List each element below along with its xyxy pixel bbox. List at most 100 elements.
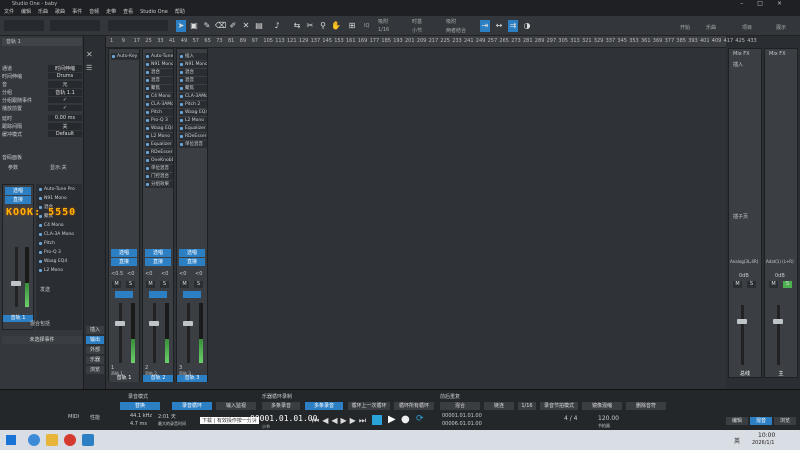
external-tab[interactable]: 外部 [86,346,104,354]
plugin-slot[interactable]: N91 Mono [145,61,173,68]
output-tab[interactable]: 输出 [86,336,104,344]
plugin-slot[interactable]: Auto-TuneP [145,53,173,60]
mute-button[interactable]: M [769,281,778,288]
plugin-slot[interactable]: Auto-Key [111,53,139,60]
input-monitor-button[interactable]: 输入监视 [216,402,256,410]
volume-fader[interactable] [15,247,18,307]
time-signature[interactable]: 4 / 4 [564,415,577,422]
plugin-slot[interactable]: Equalizer [145,141,173,148]
split-tool-icon[interactable]: ✎ [202,20,212,32]
fader-cap[interactable] [149,321,159,326]
plugin-slot[interactable]: L2 Mono [145,133,173,140]
plugin-slot[interactable]: 混音 [179,77,207,84]
direct-button[interactable]: 直接 [179,258,205,266]
listen-tool-icon[interactable]: ♪ [272,20,282,32]
direct-button[interactable]: 直接 [5,196,31,204]
plugin-slot[interactable]: N91 Mono [179,61,207,68]
monitor-toggle[interactable] [115,291,133,298]
snap-icon[interactable]: ⊞ [347,20,357,32]
zoom-tool-icon[interactable]: ⚲ [318,20,328,32]
volume-fader[interactable] [777,305,780,365]
browse-tab[interactable]: 浏览 [86,366,104,374]
row-value[interactable]: 0.00 ms [48,115,82,121]
plugin-slot[interactable]: 混音 [145,77,173,84]
clock-time[interactable]: 10:00 [758,432,775,439]
inspector-row[interactable]: 延时 0.00 ms [2,114,82,122]
inspector-row[interactable]: 分组跟随事件 ✓ [2,96,82,104]
fader-cap[interactable] [737,319,747,324]
plugin-slot[interactable]: Pitch [145,109,173,116]
plugin-slot[interactable]: CLA-3A Mono [38,231,80,238]
inspector-row[interactable]: 音元 [2,80,82,88]
plugin-slot[interactable]: CLA-3AMono [179,93,207,100]
row-value[interactable]: Drums [48,73,82,79]
project-page-button[interactable]: 项目 [742,24,752,31]
inspector-row[interactable]: 时间伸缩 Drums [2,72,82,80]
row-value[interactable]: 时间伸缩 [48,64,82,72]
inspector-row[interactable]: 播放前置 ✓ [2,104,82,112]
plugin-slot[interactable]: Pro-Q 3 [38,249,80,256]
plugin-slot[interactable]: 聚焦 [145,85,173,92]
output-select[interactable]: Analog(3L,4R) [730,259,758,264]
menu-audio[interactable]: 音频 [89,8,99,16]
menu-edit[interactable]: 编辑 [21,8,31,16]
minimize-icon[interactable]: – [740,0,757,7]
link-button[interactable]: 链连 [484,402,514,410]
loop-icon[interactable]: ⟳ [416,414,424,424]
monitor-toggle[interactable] [183,291,201,298]
route-button[interactable]: 选唱 [179,249,205,257]
channel-name[interactable]: 音轨 2 [143,375,173,382]
monitor-toggle[interactable] [149,291,167,298]
loop-mode-button[interactable]: 多条录音 [262,402,300,410]
plugin-slot[interactable]: 聚焦 [179,85,207,92]
loop-all-button[interactable]: 循环所有循环 [394,402,434,410]
ref-label[interactable]: 参数 [8,164,18,171]
edit-button[interactable]: 编辑 [726,417,748,425]
plugin-slot[interactable]: Pitch 2 [179,101,207,108]
row-value[interactable]: ✓ [48,105,82,111]
clock-date[interactable]: 2026/1/1 [752,440,774,446]
plugin-slot[interactable]: OneKnobDri [145,157,173,164]
plugin-slot[interactable]: Auto-Tune Pro [38,186,80,193]
loop-end[interactable]: 00006.01.01.00 [442,421,482,427]
plugin-slot[interactable]: Pitch [38,240,80,247]
play-icon[interactable]: ▶ [388,414,396,425]
hand-tool-icon[interactable]: ✋ [331,20,341,32]
channel-name[interactable]: 音轨 3 [177,375,207,382]
tool-dropdown-2[interactable] [50,20,100,31]
draw-tool-icon[interactable]: ✐ [228,20,238,32]
edge-icon[interactable] [28,434,40,446]
menu-help[interactable]: 帮助 [175,8,185,16]
windows-start-icon[interactable] [6,435,16,445]
language-indicator[interactable]: 英 [734,436,740,445]
plugin-slot[interactable]: Equalizer [179,125,207,132]
plugin-slot[interactable]: RDeEsserMo [145,149,173,156]
mute-button[interactable]: M [733,281,742,288]
inspector-row[interactable]: 分组 音轨 1.1 [2,88,82,96]
route-button[interactable]: 选唱 [145,249,171,257]
instrument-tab[interactable]: 乐器 [86,356,104,364]
row-value[interactable]: 音轨 1.1 [48,88,82,96]
plugin-slot[interactable]: RDeEsserMo [179,133,207,140]
insert-tab[interactable]: 插入 [86,326,104,334]
record-cycle-button[interactable]: 录音循环 [172,402,212,410]
mirror-mix-button[interactable]: 镜像混缩 [582,402,622,410]
channel-name[interactable]: 音轨 1 [3,315,33,322]
menu-transport[interactable]: 走带 [106,8,116,16]
plugin-slot[interactable]: L2 Mono [38,267,80,274]
follow-icon[interactable]: ⇆ [292,20,302,32]
volume-fader[interactable] [153,303,156,363]
show-page-button[interactable]: 展示 [776,24,786,31]
delete-notes-button[interactable]: 删除音符 [626,402,666,410]
plugin-slot[interactable]: Waag EQ4 [179,109,207,116]
direct-button[interactable]: 直接 [111,258,137,266]
inspector-row[interactable]: 缓冲模式 Default [2,130,82,138]
inspector-row[interactable]: 通道 时间伸缩 [2,64,82,72]
timeline-ruler[interactable]: 1 9 17 25 33 41 49 57 65 73 81 89 97 105 113 121 129 137 1… [106,36,757,48]
split-icon[interactable]: ✂ [305,20,315,32]
return-to-zero-icon[interactable]: ⏮ [312,416,322,425]
stop-icon[interactable] [372,415,382,425]
forward-icon[interactable]: ▶▶ [341,416,359,425]
studio-one-icon[interactable] [82,434,94,446]
maximize-icon[interactable]: □ [757,0,777,7]
